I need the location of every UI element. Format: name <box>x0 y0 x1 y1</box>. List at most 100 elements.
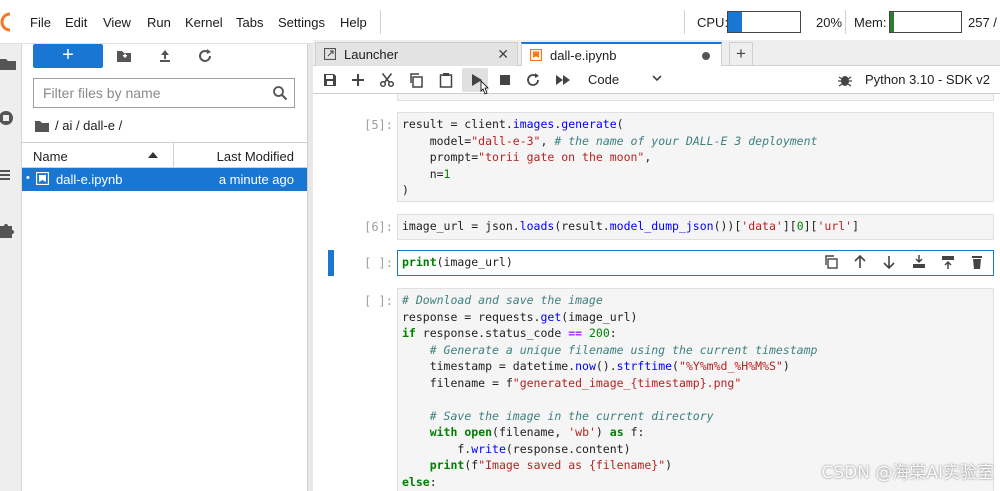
fast-forward-icon[interactable] <box>555 72 571 88</box>
code-line: with open(filename, 'wb') as f: <box>429 425 645 439</box>
file-modified: a minute ago <box>218 172 294 187</box>
kernel-name[interactable]: Python 3.10 - SDK v2 <box>865 72 990 87</box>
chevron-down-icon[interactable] <box>651 72 663 84</box>
move-down-icon[interactable] <box>881 254 897 270</box>
activity-rail <box>0 44 22 491</box>
jupyter-logo-icon <box>0 12 11 32</box>
save-icon[interactable] <box>322 72 338 88</box>
code-line: timestamp = datetime.now().strftime("%Y%… <box>402 359 790 373</box>
new-folder-icon[interactable] <box>116 48 132 64</box>
mem-value: 257 / <box>968 15 997 30</box>
unsaved-indicator-icon[interactable] <box>702 52 710 60</box>
restart-icon[interactable] <box>525 72 541 88</box>
add-cell-icon[interactable] <box>350 72 366 88</box>
mem-usage-bar <box>889 11 962 33</box>
menu-divider <box>380 10 381 34</box>
file-filter-box <box>33 78 295 108</box>
stop-icon[interactable] <box>497 72 513 88</box>
code-line: # Generate a unique filename using the c… <box>429 342 818 357</box>
folder-icon[interactable] <box>0 56 16 72</box>
refresh-icon[interactable] <box>197 48 213 64</box>
upload-icon[interactable] <box>157 48 173 64</box>
file-browser: + / ai / dall-e / Name Last Modified • d… <box>22 44 308 491</box>
code-line: prompt="torii gate on the moon", <box>402 150 652 164</box>
column-name[interactable]: Name <box>33 149 68 164</box>
move-up-icon[interactable] <box>852 254 868 270</box>
new-launcher-button[interactable]: + <box>33 44 103 68</box>
running-icon[interactable] <box>0 110 16 126</box>
breadcrumb-path[interactable]: / ai / dall-e / <box>55 118 122 133</box>
insert-above-icon[interactable] <box>911 254 927 270</box>
cell-editor[interactable]: result = client.images.generate( model="… <box>397 112 994 202</box>
resource-divider <box>845 10 846 34</box>
code-line: n=1 <box>402 166 451 181</box>
code-line: print(image_url) <box>402 255 513 269</box>
top-menu-bar: File Edit View Run Kernel Tabs Settings … <box>0 0 1000 44</box>
menu-tabs[interactable]: Tabs <box>236 15 263 30</box>
code-line: model="dall-e-3", # the name of your DAL… <box>402 133 818 148</box>
sort-ascending-icon <box>148 152 158 158</box>
duplicate-cell-icon[interactable] <box>823 254 839 270</box>
cpu-usage-bar <box>727 11 801 33</box>
code-line: response = requests.get(image_url) <box>402 309 638 324</box>
code-line: f.write(response.content) <box>402 441 631 456</box>
notebook-toolbar: Code Python 3.10 - SDK v2 <box>313 66 1000 94</box>
cell-toolbar <box>823 254 988 272</box>
menu-help[interactable]: Help <box>340 15 367 30</box>
close-icon[interactable]: ✕ <box>497 46 509 63</box>
execution-count: [ ]: <box>364 256 393 270</box>
file-name[interactable]: dall-e.ipynb <box>56 172 123 187</box>
code-line: ) <box>402 183 409 197</box>
code-line: else: <box>402 474 437 489</box>
code-line: result = client.images.generate( <box>402 117 624 131</box>
breadcrumb: / ai / dall-e / <box>35 118 122 133</box>
debugger-bug-icon[interactable] <box>837 72 853 88</box>
menu-kernel[interactable]: Kernel <box>185 15 223 30</box>
notebook-icon <box>530 49 542 61</box>
main-tab-bar: Launcher ✕ dall-e.ipynb + <box>313 40 1000 66</box>
mem-usage-fill <box>890 12 894 32</box>
mem-label: Mem: <box>854 15 887 30</box>
execution-count: [5]: <box>364 118 393 132</box>
add-tab-button[interactable]: + <box>729 42 753 66</box>
code-line: filename = f"generated_image_{timestamp}… <box>402 375 742 390</box>
code-line: # Save the image in the current director… <box>429 408 714 423</box>
menu-file[interactable]: File <box>30 15 51 30</box>
cut-icon[interactable] <box>379 72 395 88</box>
menu-run[interactable]: Run <box>147 15 171 30</box>
cpu-usage-fill <box>728 12 743 32</box>
mouse-pointer-icon <box>480 80 489 95</box>
delete-cell-icon[interactable] <box>969 254 985 270</box>
menu-settings[interactable]: Settings <box>278 15 325 30</box>
file-list-header: Name Last Modified <box>22 142 307 168</box>
file-row[interactable]: • dall-e.ipynb a minute ago <box>22 168 307 191</box>
search-icon[interactable] <box>272 85 288 101</box>
column-last-modified[interactable]: Last Modified <box>217 149 294 164</box>
tab-label: dall-e.ipynb <box>550 48 617 63</box>
paste-icon[interactable] <box>438 72 454 88</box>
cell-editor[interactable]: image_url = json.loads(result.model_dump… <box>397 214 994 240</box>
running-indicator: • <box>26 172 30 184</box>
menu-edit[interactable]: Edit <box>65 15 87 30</box>
resource-divider <box>684 10 685 34</box>
code-line: # Download and save the image <box>402 293 603 307</box>
tab-label: Launcher <box>344 47 399 62</box>
cell-type-select[interactable]: Code <box>588 72 619 87</box>
tab-launcher[interactable]: Launcher ✕ <box>315 42 518 66</box>
code-line: if response.status_code == 200: <box>402 326 617 340</box>
toc-icon[interactable] <box>0 167 16 183</box>
insert-below-icon[interactable] <box>940 254 956 270</box>
execution-count: [ ]: <box>364 294 393 308</box>
extension-icon[interactable] <box>0 222 16 238</box>
notebook-file-icon <box>36 172 49 185</box>
cpu-value: 20% <box>816 15 843 30</box>
file-filter-input[interactable] <box>34 79 254 107</box>
menu-view[interactable]: View <box>103 15 131 30</box>
cpu-label: CPU: <box>697 15 729 30</box>
folder-icon[interactable] <box>35 120 49 132</box>
tab-notebook[interactable]: dall-e.ipynb <box>521 42 722 66</box>
code-line: image_url = json.loads(result.model_dump… <box>402 219 860 233</box>
copy-icon[interactable] <box>408 72 424 88</box>
column-divider[interactable] <box>173 143 174 167</box>
cell-collapser[interactable] <box>328 250 334 276</box>
